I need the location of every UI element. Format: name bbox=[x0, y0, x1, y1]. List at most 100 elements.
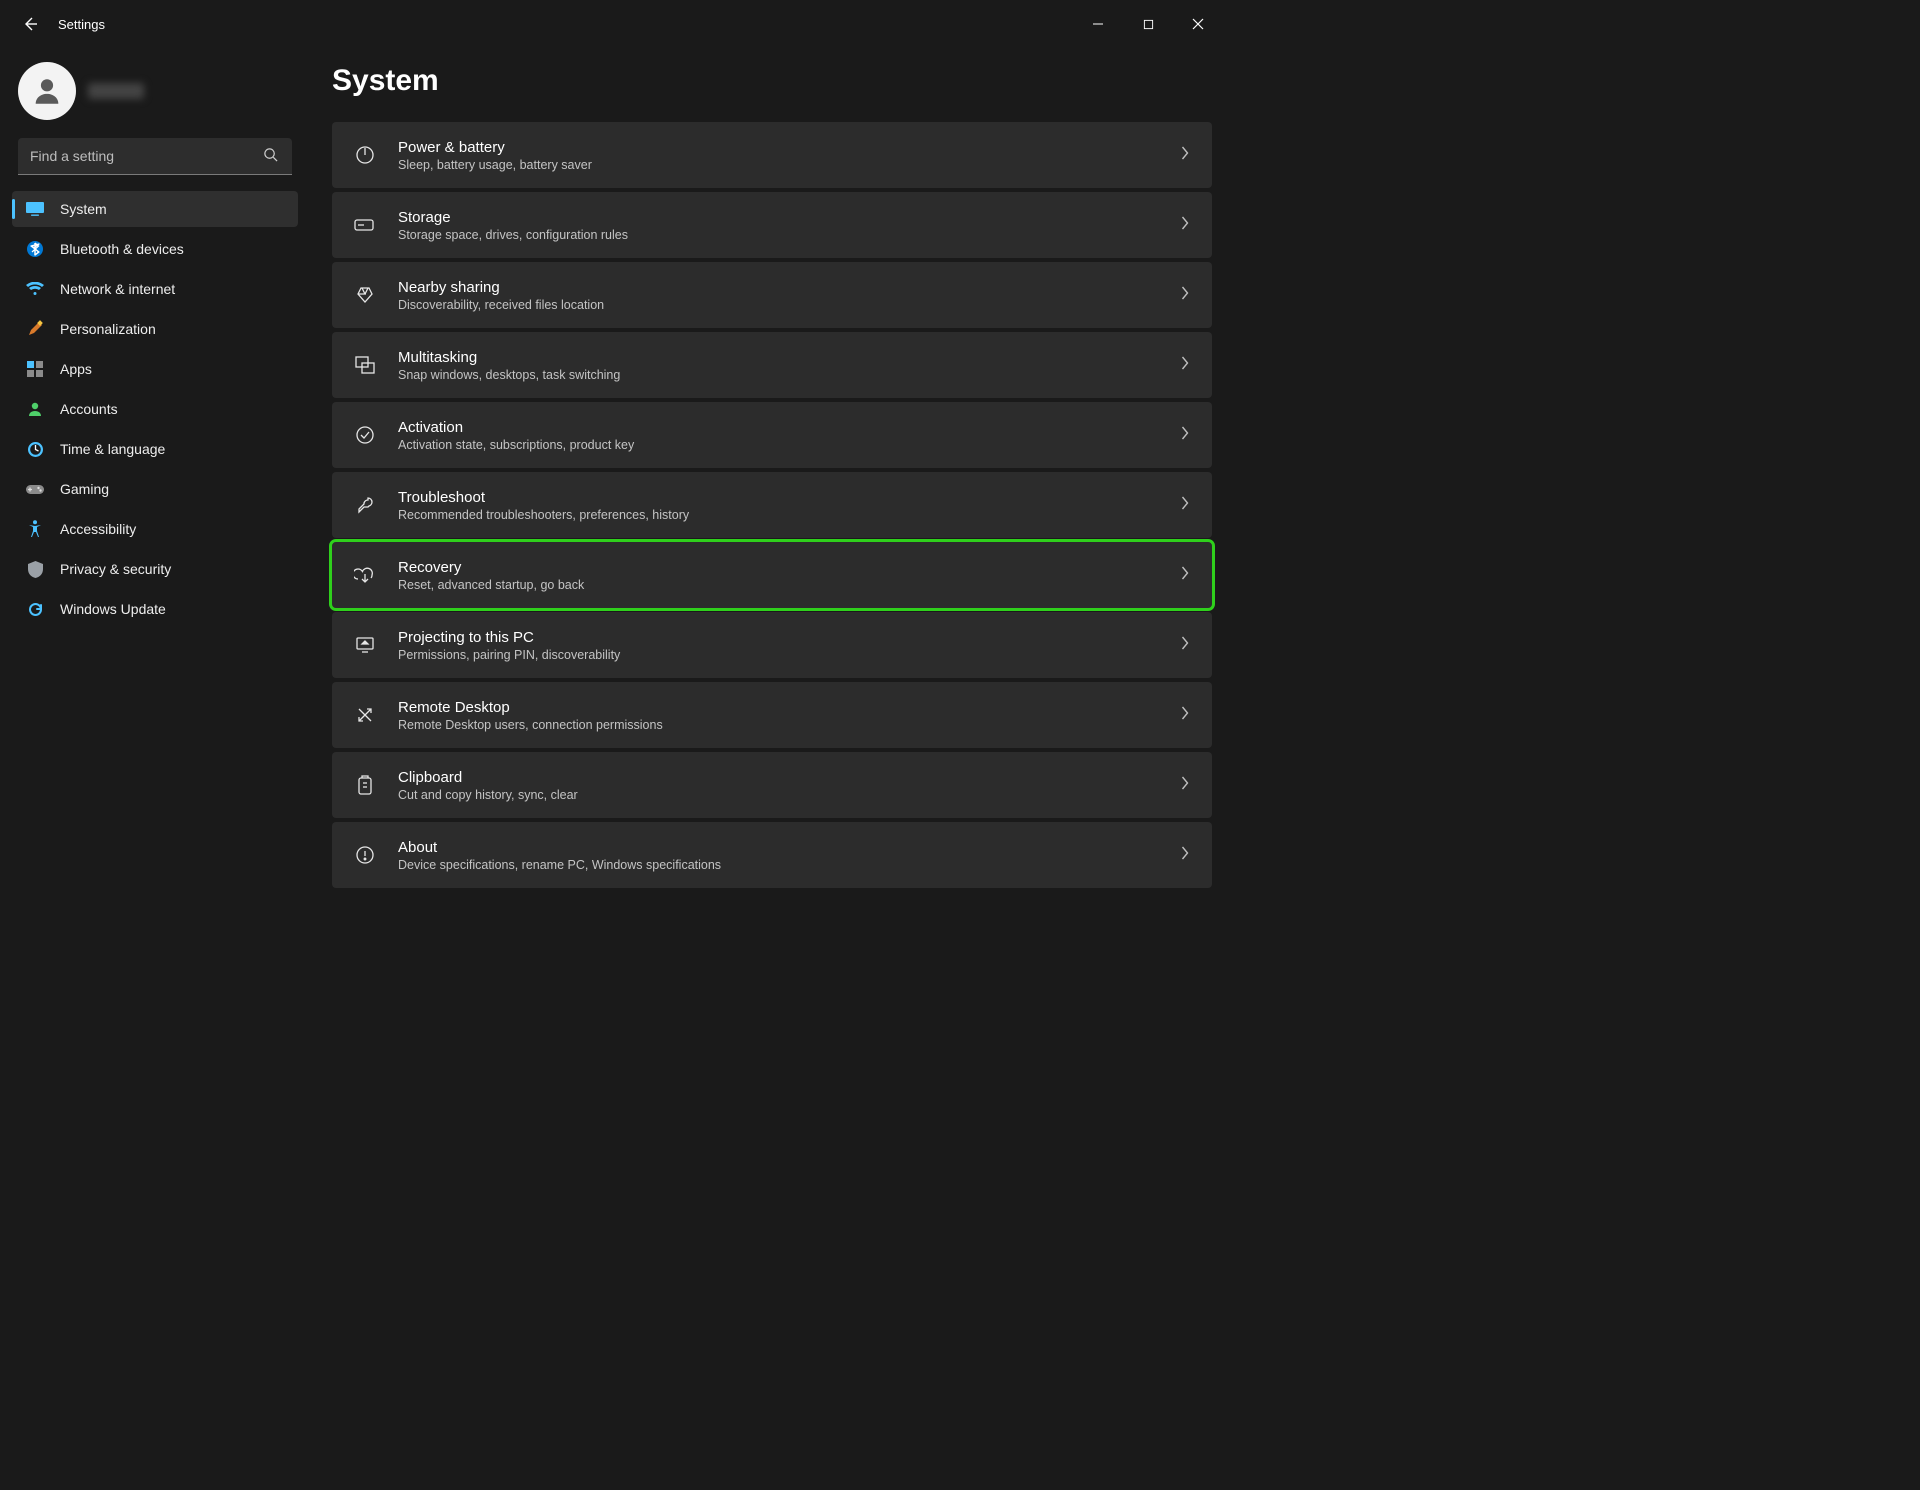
card-text: Projecting to this PC Permissions, pairin… bbox=[398, 629, 1158, 662]
user-profile[interactable] bbox=[12, 58, 298, 138]
search-icon bbox=[263, 147, 278, 167]
settings-card-remote-desktop[interactable]: Remote Desktop Remote Desktop users, conn… bbox=[332, 682, 1212, 748]
sidebar-item-apps[interactable]: Apps bbox=[12, 351, 298, 387]
sidebar-item-label: Accounts bbox=[60, 401, 286, 417]
minimize-button[interactable] bbox=[1088, 14, 1108, 34]
card-text: Remote Desktop Remote Desktop users, conn… bbox=[398, 699, 1158, 732]
gaming-icon bbox=[26, 480, 44, 498]
chevron-right-icon bbox=[1180, 496, 1190, 515]
sidebar-item-accounts[interactable]: Accounts bbox=[12, 391, 298, 427]
sidebar-item-system[interactable]: System bbox=[12, 191, 298, 227]
main-content: System Power & batterySleep, battery usa… bbox=[310, 48, 1232, 956]
card-subtitle: Snap windows, desktops, task switching bbox=[398, 368, 1158, 382]
app-title: Settings bbox=[58, 17, 105, 32]
chevron-right-icon bbox=[1180, 216, 1190, 235]
drive-icon bbox=[354, 214, 376, 236]
settings-card-clipboard[interactable]: ClipboardCut and copy history, sync, cle… bbox=[332, 752, 1212, 818]
card-title: Clipboard bbox=[398, 769, 1158, 786]
page-title: System bbox=[332, 64, 1212, 98]
settings-card-list: Power & batterySleep, battery usage, bat… bbox=[332, 122, 1212, 888]
chevron-right-icon bbox=[1180, 426, 1190, 445]
chevron-right-icon bbox=[1180, 356, 1190, 375]
settings-card-multitasking[interactable]: Multitasking Snap windows, desktops, task… bbox=[332, 332, 1212, 398]
sidebar: System Bluetooth & devices Network & int… bbox=[0, 48, 310, 956]
card-title: Storage bbox=[398, 209, 1158, 226]
sidebar-item-privacy[interactable]: Privacy & security bbox=[12, 551, 298, 587]
sidebar-item-label: Apps bbox=[60, 361, 286, 377]
shield-icon bbox=[26, 560, 44, 578]
settings-card-troubleshoot[interactable]: Troubleshoot Recommended troubleshooters,… bbox=[332, 472, 1212, 538]
remote-arrows-icon bbox=[354, 704, 376, 726]
sidebar-item-network[interactable]: Network & internet bbox=[12, 271, 298, 307]
card-title: About bbox=[398, 839, 1158, 856]
update-icon bbox=[26, 600, 44, 618]
chevron-right-icon bbox=[1180, 706, 1190, 725]
sidebar-item-label: Windows Update bbox=[60, 601, 286, 617]
sidebar-item-label: System bbox=[60, 201, 286, 217]
sidebar-item-label: Time & language bbox=[60, 441, 286, 457]
settings-card-power-battery[interactable]: Power & batterySleep, battery usage, bat… bbox=[332, 122, 1212, 188]
card-title: Troubleshoot bbox=[398, 489, 1158, 506]
sidebar-item-bluetooth[interactable]: Bluetooth & devices bbox=[12, 231, 298, 267]
info-icon bbox=[354, 844, 376, 866]
power-icon bbox=[354, 144, 376, 166]
recovery-cloud-icon bbox=[354, 564, 376, 586]
sidebar-nav: System Bluetooth & devices Network & int… bbox=[12, 191, 298, 627]
accessibility-icon bbox=[26, 520, 44, 538]
sidebar-item-time-language[interactable]: Time & language bbox=[12, 431, 298, 467]
checkmark-circle-icon bbox=[354, 424, 376, 446]
clipboard-icon bbox=[354, 774, 376, 796]
card-text: Recovery Reset, advanced startup, go back bbox=[398, 559, 1158, 592]
windows-stack-icon bbox=[354, 354, 376, 376]
user-name-redacted bbox=[88, 83, 144, 99]
card-title: Recovery bbox=[398, 559, 1158, 576]
chevron-right-icon bbox=[1180, 286, 1190, 305]
card-text: Multitasking Snap windows, desktops, task… bbox=[398, 349, 1158, 382]
share-icon bbox=[354, 284, 376, 306]
settings-card-nearby-sharing[interactable]: Nearby sharingDiscoverability, received … bbox=[332, 262, 1212, 328]
close-button[interactable] bbox=[1188, 14, 1208, 34]
person-icon bbox=[26, 400, 44, 418]
sidebar-item-windows-update[interactable]: Windows Update bbox=[12, 591, 298, 627]
sidebar-item-accessibility[interactable]: Accessibility bbox=[12, 511, 298, 547]
titlebar: Settings bbox=[0, 0, 1232, 48]
card-subtitle: Discoverability, received files location bbox=[398, 298, 1158, 312]
maximize-button[interactable] bbox=[1138, 14, 1158, 34]
card-subtitle: Permissions, pairing PIN, discoverabilit… bbox=[398, 648, 1158, 662]
card-subtitle: Recommended troubleshooters, preferences… bbox=[398, 508, 1158, 522]
card-text: ClipboardCut and copy history, sync, cle… bbox=[398, 769, 1158, 802]
settings-card-storage[interactable]: Storage Storage space, drives, configurat… bbox=[332, 192, 1212, 258]
avatar bbox=[18, 62, 76, 120]
sidebar-item-label: Gaming bbox=[60, 481, 286, 497]
bluetooth-icon bbox=[26, 240, 44, 258]
search-input[interactable] bbox=[18, 138, 292, 175]
card-subtitle: Activation state, subscriptions, product… bbox=[398, 438, 1158, 452]
system-icon bbox=[26, 200, 44, 218]
card-title: Remote Desktop bbox=[398, 699, 1158, 716]
card-text: Troubleshoot Recommended troubleshooters,… bbox=[398, 489, 1158, 522]
chevron-right-icon bbox=[1180, 146, 1190, 165]
card-title: Multitasking bbox=[398, 349, 1158, 366]
card-text: About Device specifications, rename PC, W… bbox=[398, 839, 1158, 872]
card-subtitle: Storage space, drives, configuration rul… bbox=[398, 228, 1158, 242]
settings-card-about[interactable]: About Device specifications, rename PC, W… bbox=[332, 822, 1212, 888]
sidebar-item-label: Network & internet bbox=[60, 281, 286, 297]
settings-card-projecting[interactable]: Projecting to this PC Permissions, pairin… bbox=[332, 612, 1212, 678]
card-title: Projecting to this PC bbox=[398, 629, 1158, 646]
clock-globe-icon bbox=[26, 440, 44, 458]
card-subtitle: Reset, advanced startup, go back bbox=[398, 578, 1158, 592]
wrench-icon bbox=[354, 494, 376, 516]
project-screen-icon bbox=[354, 634, 376, 656]
settings-card-recovery[interactable]: Recovery Reset, advanced startup, go back bbox=[332, 542, 1212, 608]
card-subtitle: Sleep, battery usage, battery saver bbox=[398, 158, 1158, 172]
card-subtitle: Remote Desktop users, connection permiss… bbox=[398, 718, 1158, 732]
sidebar-item-label: Bluetooth & devices bbox=[60, 241, 286, 257]
card-text: Storage Storage space, drives, configurat… bbox=[398, 209, 1158, 242]
chevron-right-icon bbox=[1180, 566, 1190, 585]
sidsidebar-item-gaming[interactable]: Gaming bbox=[12, 471, 298, 507]
sidebar-item-label: Privacy & security bbox=[60, 561, 286, 577]
card-subtitle: Device specifications, rename PC, Window… bbox=[398, 858, 1158, 872]
settings-card-activation[interactable]: ActivationActivation state, subscription… bbox=[332, 402, 1212, 468]
back-button[interactable] bbox=[20, 14, 40, 34]
sidebar-item-personalization[interactable]: Personalization bbox=[12, 311, 298, 347]
